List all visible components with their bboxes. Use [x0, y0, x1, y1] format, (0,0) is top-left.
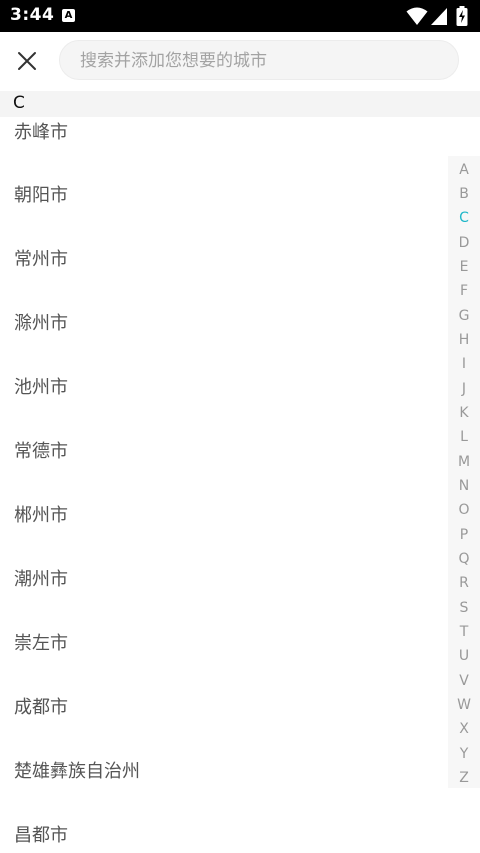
signal-icon — [431, 8, 447, 25]
city-item[interactable]: 楚雄彝族自治州 — [14, 757, 140, 783]
top-bar — [0, 32, 480, 90]
search-box[interactable] — [59, 40, 459, 81]
index-letter-j[interactable]: J — [448, 381, 480, 397]
close-icon — [18, 52, 36, 70]
index-letter-f[interactable]: F — [448, 283, 480, 299]
index-letter-y[interactable]: Y — [448, 746, 480, 762]
index-letter-d[interactable]: D — [448, 235, 480, 251]
index-letter-v[interactable]: V — [448, 673, 480, 689]
index-letter-n[interactable]: N — [448, 478, 480, 494]
city-item[interactable]: 常德市 — [14, 437, 68, 463]
index-letter-a[interactable]: A — [448, 162, 480, 178]
index-letter-u[interactable]: U — [448, 648, 480, 664]
index-letter-g[interactable]: G — [448, 308, 480, 324]
index-letter-l[interactable]: L — [448, 429, 480, 445]
index-letter-c[interactable]: C — [448, 210, 480, 226]
notification-icon: A — [62, 9, 75, 22]
index-letter-q[interactable]: Q — [448, 551, 480, 567]
city-item[interactable]: 常州市 — [14, 245, 68, 271]
city-item[interactable]: 朝阳市 — [14, 181, 68, 207]
alphabet-index-bar[interactable]: A B C D E F G H I J K L M N O P Q R S T … — [448, 156, 480, 788]
index-letter-k[interactable]: K — [448, 405, 480, 421]
close-button[interactable] — [12, 46, 42, 76]
status-time: 3:44 — [10, 5, 55, 25]
city-item[interactable]: 崇左市 — [14, 629, 68, 655]
index-letter-r[interactable]: R — [448, 575, 480, 591]
index-letter-w[interactable]: W — [448, 697, 480, 713]
city-item[interactable]: 赤峰市 — [14, 118, 68, 144]
index-letter-m[interactable]: M — [448, 454, 480, 470]
status-bar: 3:44 A — [0, 0, 480, 32]
index-letter-e[interactable]: E — [448, 259, 480, 275]
index-letter-b[interactable]: B — [448, 186, 480, 202]
city-item[interactable]: 滁州市 — [14, 309, 68, 335]
index-letter-o[interactable]: O — [448, 502, 480, 518]
city-item[interactable]: 郴州市 — [14, 501, 68, 527]
index-letter-x[interactable]: X — [448, 721, 480, 737]
city-item[interactable]: 昌都市 — [14, 821, 68, 847]
index-letter-h[interactable]: H — [448, 332, 480, 348]
index-letter-z[interactable]: Z — [448, 770, 480, 786]
city-item[interactable]: 池州市 — [14, 373, 68, 399]
section-header: C — [0, 91, 480, 117]
wifi-icon — [406, 7, 428, 25]
section-letter: C — [13, 93, 25, 113]
city-item[interactable]: 成都市 — [14, 693, 68, 719]
index-letter-s[interactable]: S — [448, 600, 480, 616]
index-letter-p[interactable]: P — [448, 527, 480, 543]
index-letter-i[interactable]: I — [448, 356, 480, 372]
city-item[interactable]: 潮州市 — [14, 565, 68, 591]
battery-charging-icon — [456, 6, 468, 26]
city-list: 赤峰市 朝阳市 常州市 滁州市 池州市 常德市 郴州市 潮州市 崇左市 成都市 … — [0, 117, 448, 853]
search-input[interactable] — [78, 41, 442, 81]
index-letter-t[interactable]: T — [448, 624, 480, 640]
